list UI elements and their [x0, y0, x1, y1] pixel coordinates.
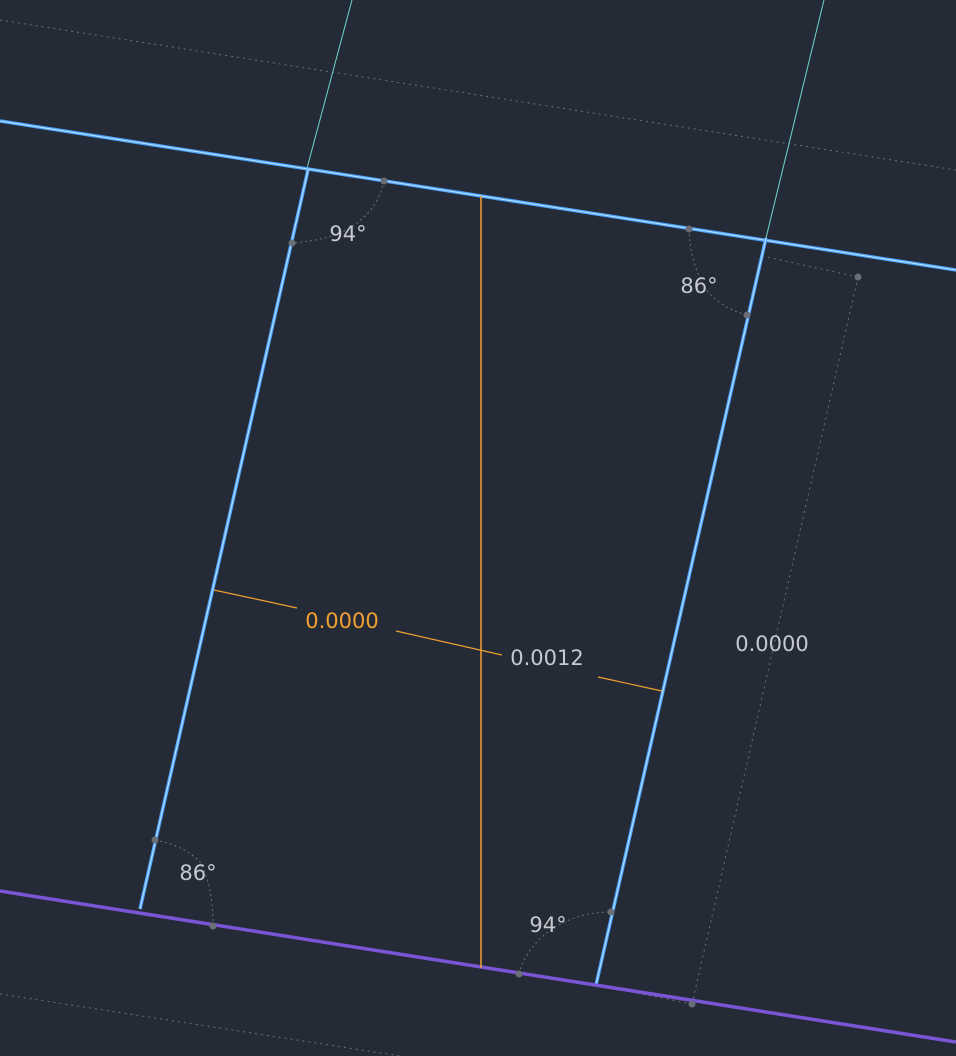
base-line-bottom[interactable] — [0, 889, 956, 1044]
construction-line-ext-top — [761, 255, 859, 278]
wall-line-right[interactable] — [595, 237, 767, 986]
grip-handle[interactable] — [685, 225, 693, 233]
wall-line-left[interactable] — [139, 169, 309, 910]
angle-label-top-right[interactable]: 86° — [680, 274, 717, 298]
grip-handle[interactable] — [288, 239, 296, 247]
angle-arc-top-right — [688, 228, 748, 316]
wall-line-top[interactable] — [0, 120, 956, 271]
guide-line-left[interactable] — [305, 0, 353, 173]
cad-drawing-canvas[interactable]: 0.0000 0.0012 0.0000 94° 86° 86° 94° — [0, 0, 956, 1056]
dimension-line-seg2 — [395, 630, 503, 656]
angle-label-bottom-right[interactable]: 94° — [529, 913, 566, 937]
grip-handle[interactable] — [380, 177, 388, 185]
construction-line-top — [0, 19, 956, 171]
grip-handle[interactable] — [607, 908, 615, 916]
drawing-svg: 0.0000 0.0012 0.0000 94° 86° 86° 94° — [0, 0, 956, 1056]
dimension-label-right[interactable]: 0.0000 — [735, 632, 808, 656]
grip-handle[interactable] — [688, 1000, 696, 1008]
dimension-label-selected[interactable]: 0.0000 — [305, 609, 378, 633]
grip-handle[interactable] — [854, 273, 862, 281]
dimension-label-middle[interactable]: 0.0012 — [510, 646, 583, 670]
grip-handle[interactable] — [209, 922, 217, 930]
grip-handle[interactable] — [515, 970, 523, 978]
guide-line-right[interactable] — [765, 0, 825, 239]
grip-handle[interactable] — [743, 311, 751, 319]
dimension-line-seg1 — [213, 589, 298, 609]
angle-label-bottom-left[interactable]: 86° — [179, 861, 216, 885]
dimension-line-seg3 — [597, 676, 663, 692]
construction-line-bottom — [0, 993, 401, 1056]
grip-handle[interactable] — [151, 836, 159, 844]
angle-label-top-left[interactable]: 94° — [329, 222, 366, 246]
